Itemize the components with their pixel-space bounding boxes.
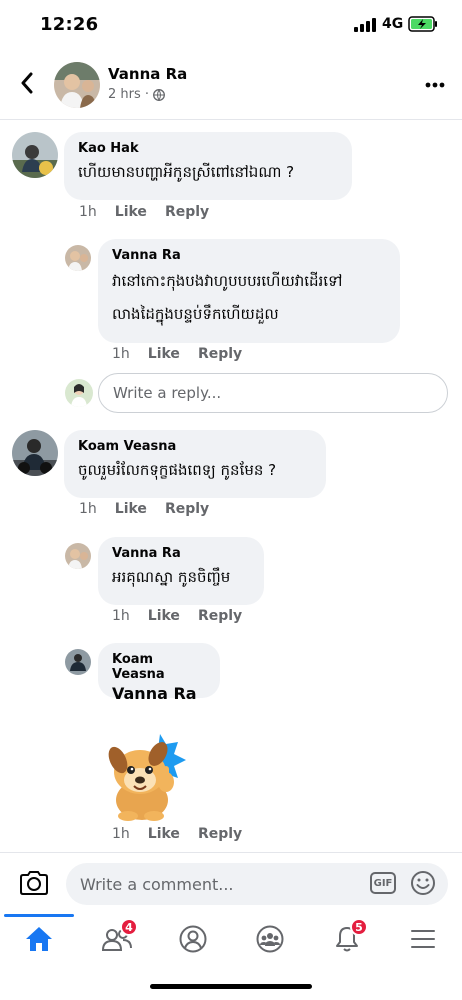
post-meta: 2 hrs · <box>108 87 165 102</box>
nav-notifications[interactable]: 5 <box>312 914 382 964</box>
replier-avatar-koam-veasna[interactable] <box>65 649 91 675</box>
reply-text-line-1: វានៅកោះកុងបងវាហូបបបរហើយវាដើរទៅ <box>112 272 343 290</box>
replier-avatar-vanna-ra[interactable] <box>65 543 91 569</box>
status-time: 12:26 <box>40 14 99 35</box>
avatar-image <box>65 245 91 271</box>
bottom-navigation: 4 5 <box>0 914 462 964</box>
reply-text: អរគុណស្នា កូនចិញ្ចឹម <box>112 568 231 586</box>
like-button[interactable]: Like <box>115 501 147 517</box>
like-button[interactable]: Like <box>148 826 180 842</box>
comment-time: 1h <box>79 501 97 517</box>
comment-bubble[interactable]: Koam Veasna ចូលរួមរំលែកទុក្ខផងពេទ្យ កូនម… <box>64 430 326 498</box>
comment-actions: 1h Like Reply <box>79 501 209 517</box>
comment-author[interactable]: Kao Hak <box>78 141 338 156</box>
reply-bubble[interactable]: Vanna Ra វានៅកោះកុងបងវាហូបបបរហើយវាដើរទៅ … <box>98 239 400 343</box>
avatar-image <box>12 132 58 178</box>
avatar-image <box>12 430 58 476</box>
commenter-avatar-kao-hak[interactable] <box>12 132 58 178</box>
like-button[interactable]: Like <box>115 204 147 220</box>
post-header: Vanna Ra 2 hrs · <box>0 50 462 120</box>
reply-actions: 1h Like Reply <box>112 346 242 362</box>
avatar-image <box>65 379 93 407</box>
reply-button[interactable]: Reply <box>165 501 209 517</box>
globe-icon <box>153 88 165 101</box>
back-button[interactable] <box>12 68 42 98</box>
notifications-badge: 5 <box>350 918 368 936</box>
comment-input-placeholder: Write a comment... <box>80 874 234 894</box>
comment-author[interactable]: Koam Veasna <box>78 439 312 454</box>
current-user-avatar <box>65 379 93 407</box>
reply-button[interactable]: Reply <box>198 346 242 362</box>
reply-button[interactable]: Reply <box>198 826 242 842</box>
commenter-avatar-koam-veasna[interactable] <box>12 430 58 476</box>
dog-thumbs-up-sticker <box>108 734 186 821</box>
sticker-actions: 1h Like Reply <box>112 826 242 842</box>
more-dots-icon <box>425 82 445 88</box>
post-author-name[interactable]: Vanna Ra <box>108 65 187 83</box>
emoji-icon[interactable] <box>410 870 436 896</box>
reply-bubble[interactable]: Koam Veasna Vanna Ra <box>98 643 220 703</box>
comment-input[interactable]: Write a comment... GIF <box>66 863 448 905</box>
reply-input[interactable]: Write a reply... <box>98 373 448 413</box>
comment-text: ហើយមានបញ្ហាអីកូនស្រីពៅនៅឯណា ? <box>78 163 295 181</box>
reply-time: 1h <box>112 608 130 624</box>
reply-text-line-2: លាងដៃក្នុងបន្ទប់ទឹកហើយដួល <box>112 305 279 323</box>
reply-time: 1h <box>112 826 130 842</box>
comment-actions: 1h Like Reply <box>79 204 209 220</box>
nav-profile[interactable] <box>158 914 228 964</box>
comment-composer: Write a comment... GIF <box>0 852 462 914</box>
author-avatar[interactable] <box>54 62 100 108</box>
comment-text: ចូលរួមរំលែកទុក្ខផងពេទ្យ កូនមែន ? <box>78 461 277 479</box>
status-bar: 12:26 4G <box>0 0 462 48</box>
nav-home[interactable] <box>4 914 74 964</box>
avatar-image <box>65 543 91 569</box>
chevron-left-icon <box>21 72 33 94</box>
mention-tag[interactable]: Vanna Ra <box>112 684 206 703</box>
reply-author[interactable]: Vanna Ra <box>112 546 250 561</box>
gif-button[interactable]: GIF <box>370 872 396 894</box>
nav-menu[interactable] <box>388 914 458 964</box>
like-button[interactable]: Like <box>148 608 180 624</box>
author-avatar-image <box>54 62 100 108</box>
network-label: 4G <box>382 16 404 32</box>
reply-actions: 1h Like Reply <box>112 608 242 624</box>
replier-avatar-vanna-ra[interactable] <box>65 245 91 271</box>
groups-icon <box>256 925 284 953</box>
comment-bubble[interactable]: Kao Hak ហើយមានបញ្ហាអីកូនស្រីពៅនៅឯណា ? <box>64 132 352 200</box>
signal-icon <box>354 18 376 32</box>
camera-icon[interactable] <box>18 869 50 897</box>
profile-icon <box>179 925 207 953</box>
reply-time: 1h <box>112 346 130 362</box>
reply-button[interactable]: Reply <box>165 204 209 220</box>
like-button[interactable]: Like <box>148 346 180 362</box>
comment-time: 1h <box>79 204 97 220</box>
nav-friends[interactable]: 4 <box>82 914 152 964</box>
avatar-image <box>65 649 91 675</box>
reply-author[interactable]: Koam Veasna <box>112 652 206 682</box>
friends-badge: 4 <box>120 918 138 936</box>
reply-button[interactable]: Reply <box>198 608 242 624</box>
reply-author[interactable]: Vanna Ra <box>112 248 386 263</box>
battery-charging-icon <box>408 16 437 32</box>
nav-groups[interactable] <box>235 914 305 964</box>
reply-bubble[interactable]: Vanna Ra អរគុណស្នា កូនចិញ្ចឹម <box>98 537 264 605</box>
home-indicator <box>150 984 312 989</box>
home-icon <box>26 927 52 951</box>
post-time: 2 hrs · <box>108 87 150 102</box>
menu-icon <box>411 930 435 948</box>
reply-input-placeholder: Write a reply... <box>113 384 222 402</box>
more-options-button[interactable] <box>422 72 448 98</box>
